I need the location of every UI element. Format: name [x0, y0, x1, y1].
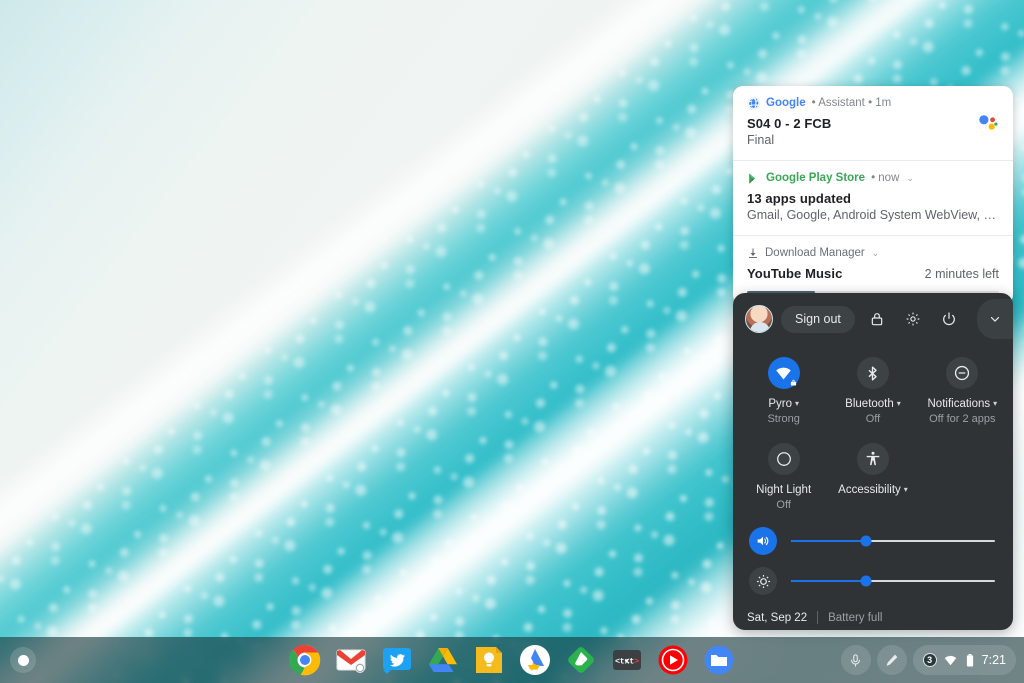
chevron-down-icon[interactable]: ▾: [993, 397, 997, 411]
avatar[interactable]: [745, 305, 773, 333]
tile-name: Accessibility: [838, 483, 901, 497]
notification-title: YouTube Music: [747, 265, 842, 282]
shelf-app-list: < txt > <: [289, 644, 735, 676]
battery-icon: [964, 653, 976, 668]
tile-bluetooth[interactable]: Bluetooth ▾ Off: [828, 351, 917, 435]
notification-meta: • now: [871, 171, 899, 185]
svg-text:<: <: [615, 657, 620, 667]
clock-label: 7:21: [982, 653, 1006, 667]
shelf-item-chrome[interactable]: [289, 644, 321, 676]
notification-body: Final: [747, 132, 999, 149]
quick-settings-header: Sign out: [733, 293, 1013, 343]
divider: [817, 611, 818, 624]
do-not-disturb-icon: [946, 357, 978, 389]
svg-text:txt: txt: [620, 658, 635, 667]
shelf-item-text-editor[interactable]: < txt > <: [611, 644, 643, 676]
system-tray: 3 7:21: [841, 645, 1016, 675]
status-area-button[interactable]: 3 7:21: [913, 645, 1016, 675]
chevron-down-icon: [988, 312, 1002, 326]
chevron-down-icon[interactable]: ⌄: [872, 246, 880, 260]
microphone-icon[interactable]: [841, 645, 871, 675]
shelf: < txt > <: [0, 637, 1024, 683]
date-label[interactable]: Sat, Sep 22: [747, 612, 807, 624]
notification-app-name: Google Play Store: [766, 171, 865, 185]
notification-title: S04 0 - 2 FCB: [747, 115, 999, 132]
tile-notifications[interactable]: Notifications ▾ Off for 2 apps: [918, 351, 1007, 435]
tile-network[interactable]: Pyro ▾ Strong: [739, 351, 828, 435]
shelf-item-feedly[interactable]: [565, 644, 597, 676]
notification-header: Google • Assistant • 1m: [747, 96, 999, 110]
tile-name: Night Light: [756, 483, 811, 497]
chevron-down-icon[interactable]: ▾: [897, 397, 901, 411]
notification-google-play[interactable]: Google Play Store • now ⌄ 13 apps update…: [733, 161, 1013, 236]
shelf-item-files[interactable]: [703, 644, 735, 676]
chevron-down-icon[interactable]: ▾: [795, 397, 799, 411]
tile-label: Accessibility ▾: [838, 483, 908, 497]
quick-settings-panel: Sign out: [733, 293, 1013, 630]
notification-app-name: Download Manager: [765, 246, 865, 260]
shelf-item-google-keep[interactable]: [473, 644, 505, 676]
notification-header: Google Play Store • now ⌄: [747, 171, 999, 185]
svg-text:>: >: [634, 657, 639, 667]
notification-header: Download Manager ⌄: [747, 246, 999, 260]
download-icon: [747, 247, 759, 259]
tile-accessibility[interactable]: Accessibility ▾: [828, 437, 917, 521]
notification-title: 13 apps updated: [747, 190, 999, 207]
google-globe-icon: [747, 97, 760, 110]
quick-settings-footer: Sat, Sep 22 Battery full: [733, 601, 1013, 624]
stylus-icon[interactable]: [877, 645, 907, 675]
accessibility-icon: [857, 443, 889, 475]
sign-out-button[interactable]: Sign out: [781, 306, 855, 333]
chevron-down-icon[interactable]: ⌄: [906, 171, 914, 185]
shelf-item-twitter[interactable]: [381, 644, 413, 676]
moon-icon: [768, 443, 800, 475]
quick-settings-tiles: Pyro ▾ Strong Bluetooth ▾ Off: [733, 343, 1013, 521]
tile-label: Pyro ▾: [768, 397, 799, 411]
brightness-slider[interactable]: [791, 580, 995, 582]
tile-status: Off for 2 apps: [929, 412, 995, 427]
collapse-button[interactable]: [977, 299, 1013, 339]
notification-stack: Google • Assistant • 1m S04 0 - 2 FCB Fi…: [733, 86, 1013, 305]
google-assistant-icon: [977, 112, 999, 139]
download-time-remaining: 2 minutes left: [925, 267, 999, 281]
tile-label: Night Light: [756, 483, 811, 497]
volume-slider[interactable]: [791, 540, 995, 542]
tile-name: Notifications: [928, 397, 991, 411]
notification-app-name: Google: [766, 96, 806, 110]
brightness-slider-row: [733, 561, 1013, 601]
launcher-icon[interactable]: [10, 647, 36, 673]
gear-icon[interactable]: [899, 305, 927, 333]
wifi-locked-icon: [768, 357, 800, 389]
shelf-item-adsense[interactable]: [519, 644, 551, 676]
wifi-icon: [943, 653, 958, 668]
shelf-item-google-drive[interactable]: [427, 644, 459, 676]
chromeos-desktop: Google • Assistant • 1m S04 0 - 2 FCB Fi…: [0, 0, 1024, 683]
tile-name: Bluetooth: [845, 397, 894, 411]
tile-label: Notifications ▾: [928, 397, 998, 411]
tile-label: Bluetooth ▾: [845, 397, 901, 411]
notification-meta: • Assistant • 1m: [812, 96, 892, 110]
tile-name: Pyro: [768, 397, 792, 411]
tile-status: Off: [866, 412, 880, 427]
tile-night-light[interactable]: Night Light Off: [739, 437, 828, 521]
brightness-icon[interactable]: [749, 567, 777, 595]
power-icon[interactable]: [935, 305, 963, 333]
tile-status: Off: [776, 498, 790, 513]
notification-count-badge: 3: [923, 653, 937, 667]
battery-label[interactable]: Battery full: [828, 612, 882, 624]
shelf-item-youtube-music[interactable]: [657, 644, 689, 676]
volume-icon[interactable]: [749, 527, 777, 555]
shelf-item-gmail[interactable]: [335, 644, 367, 676]
bluetooth-icon: [857, 357, 889, 389]
notification-google-assistant[interactable]: Google • Assistant • 1m S04 0 - 2 FCB Fi…: [733, 86, 1013, 161]
lock-icon[interactable]: [863, 305, 891, 333]
notification-body: Gmail, Google, Android System WebView, C…: [747, 207, 999, 224]
chevron-down-icon[interactable]: ▾: [904, 483, 908, 497]
tile-status: Strong: [767, 412, 799, 427]
volume-slider-row: [733, 521, 1013, 561]
google-play-icon: [747, 172, 760, 185]
